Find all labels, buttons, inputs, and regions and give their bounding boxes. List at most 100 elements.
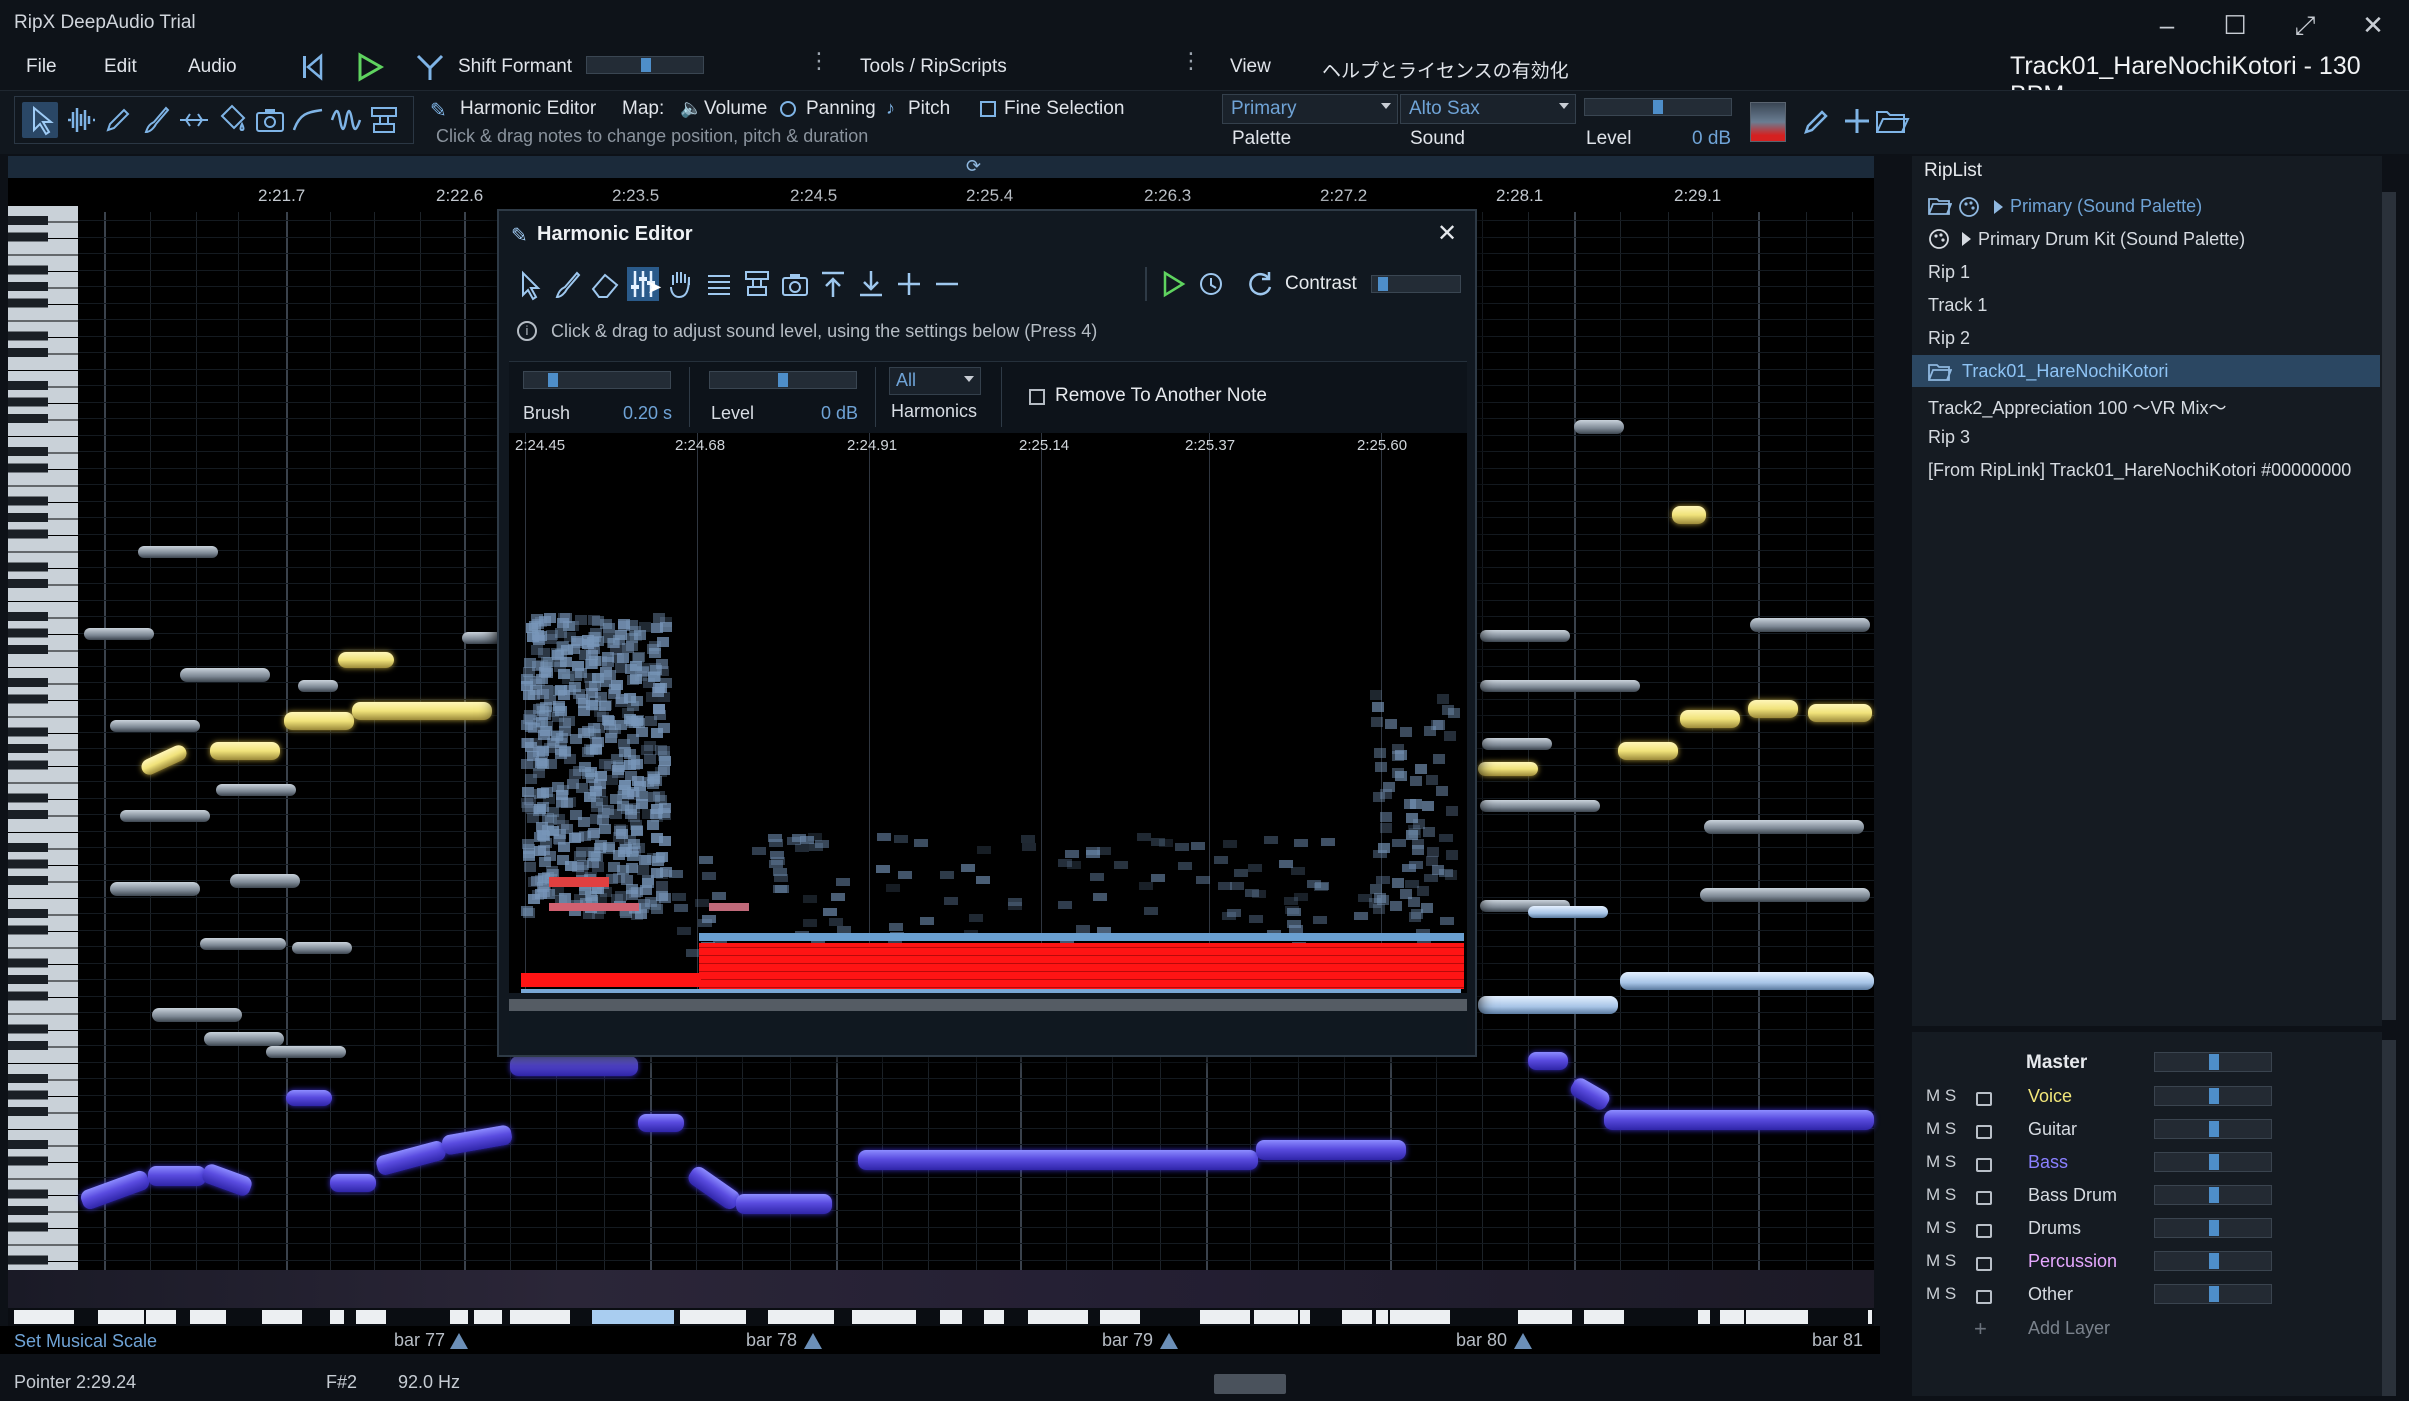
brush-slider[interactable] [523,371,671,389]
voice-note[interactable] [1618,742,1678,760]
guitar-note[interactable] [1620,972,1874,990]
bass-note[interactable] [736,1194,832,1214]
skip-to-start-icon[interactable] [300,52,324,82]
other-note[interactable] [152,1008,242,1022]
layer-volume-slider[interactable] [2154,1284,2272,1304]
layer-volume-slider[interactable] [2154,1251,2272,1271]
section-marker[interactable] [1518,1310,1572,1324]
section-marker[interactable] [510,1310,570,1324]
other-note[interactable] [84,628,154,640]
other-note[interactable] [200,938,286,950]
other-note[interactable] [298,680,338,692]
mute-solo-buttons[interactable]: M S [1926,1086,1956,1106]
voice-note[interactable] [352,702,492,720]
riplist-scrollbar[interactable] [2382,192,2396,1020]
layer-volume-slider[interactable] [2154,1218,2272,1238]
section-marker[interactable] [1028,1310,1088,1324]
other-note[interactable] [1700,888,1870,902]
harmonics-dropdown[interactable]: All [889,367,981,395]
more-menu-icon-2[interactable]: ⋮ [1180,50,1202,72]
section-marker[interactable] [1254,1310,1298,1324]
layer-volume-slider[interactable] [2154,1119,2272,1139]
close-window-icon[interactable]: ✕ [2358,10,2388,40]
other-note[interactable] [110,720,200,732]
layer-lock-icon[interactable] [1976,1125,1992,1139]
mute-solo-buttons[interactable]: M S [1926,1152,1956,1172]
palette-dropdown[interactable]: Primary [1222,94,1398,124]
layer-volume-slider[interactable] [2154,1152,2272,1172]
select-tool-icon[interactable] [22,102,58,138]
other-note[interactable] [110,882,200,896]
riplist-item[interactable]: Rip 1 [1928,262,1970,283]
section-marker[interactable] [680,1310,746,1324]
layer-lock-icon[interactable] [1976,1257,1992,1271]
waveform-tool-icon[interactable] [62,102,98,138]
minimize-icon[interactable]: – [2152,10,2182,40]
brush-tool-icon[interactable] [138,102,174,138]
bass-note[interactable] [330,1174,376,1192]
riplist-item-selected[interactable]: Track01_HareNochiKotori [1962,361,2168,382]
bar-ruler[interactable] [0,1326,1880,1354]
bar-marker-icon[interactable] [804,1333,822,1349]
pitch-icon[interactable]: ♪ [886,98,895,119]
section-marker[interactable] [262,1310,302,1324]
add-layer-button[interactable]: Add Layer [2028,1318,2110,1339]
stamp-tool-icon[interactable] [366,102,402,138]
section-marker[interactable] [1200,1310,1250,1324]
harmonic-editor-icon[interactable]: ✎ [430,98,452,122]
he-brush-icon[interactable] [551,267,583,301]
other-note[interactable] [180,668,270,682]
mixer-scrollbar[interactable] [2382,1040,2396,1396]
riplist-item[interactable]: Rip 2 [1928,328,1970,349]
other-note[interactable] [292,942,352,954]
section-marker[interactable] [330,1310,344,1324]
mute-solo-buttons[interactable]: M S [1926,1119,1956,1139]
voice-note[interactable] [1748,700,1798,718]
expand-icon[interactable] [1962,232,1971,246]
section-marker[interactable] [984,1310,1004,1324]
bar-marker-icon[interactable] [450,1333,468,1349]
maximize-icon[interactable]: ☐ [2220,10,2250,40]
menu-file[interactable]: File [26,56,57,78]
fill-tool-icon[interactable] [214,102,250,138]
menu-audio[interactable]: Audio [188,56,237,78]
riplist-item[interactable]: Primary (Sound Palette) [2010,196,2202,217]
other-note[interactable] [462,632,502,644]
voice-note[interactable] [210,742,280,760]
layer-lock-icon[interactable] [1976,1290,1992,1304]
guitar-note[interactable] [1478,996,1618,1014]
more-menu-icon[interactable]: ⋮ [808,50,830,72]
section-marker[interactable] [940,1310,962,1324]
set-musical-scale-link[interactable]: Set Musical Scale [14,1331,157,1352]
menu-help-license[interactable]: ヘルプとライセンスの有効化 [1322,56,1569,83]
mute-solo-buttons[interactable]: M S [1926,1185,1956,1205]
mixer-layer-name[interactable]: Guitar [2028,1119,2077,1140]
he-level-slider[interactable] [709,371,857,389]
vibrato-tool-icon[interactable] [328,102,364,138]
fullscreen-icon[interactable]: ⤢ [2290,10,2320,40]
he-refresh-icon[interactable] [1243,267,1275,301]
mute-solo-buttons[interactable]: M S [1926,1218,1956,1238]
other-note[interactable] [216,784,296,796]
layer-volume-slider[interactable] [2154,1086,2272,1106]
section-marker[interactable] [190,1310,226,1324]
he-play-icon[interactable] [1157,267,1189,301]
he-move-up-icon[interactable] [817,267,849,301]
time-scroll-ruler[interactable] [8,156,1874,178]
map-panning[interactable]: Panning [806,98,876,120]
bass-note[interactable] [1528,1052,1568,1070]
section-marker[interactable] [14,1310,74,1324]
bar-marker-icon[interactable] [1160,1333,1178,1349]
voice-note[interactable] [1672,506,1706,524]
voice-note[interactable] [338,652,394,668]
he-camera-icon[interactable] [779,267,811,301]
pencil-tool-icon[interactable] [100,102,136,138]
layer-lock-icon[interactable] [1976,1191,1992,1205]
voice-note[interactable] [284,712,354,730]
mixer-layer-name[interactable]: Percussion [2028,1251,2117,1272]
mixer-layer-name[interactable]: Bass Drum [2028,1185,2117,1206]
add-icon[interactable] [1840,104,1874,138]
contrast-slider[interactable] [1371,275,1461,293]
camera-tool-icon[interactable] [252,102,288,138]
other-note[interactable] [266,1046,346,1058]
